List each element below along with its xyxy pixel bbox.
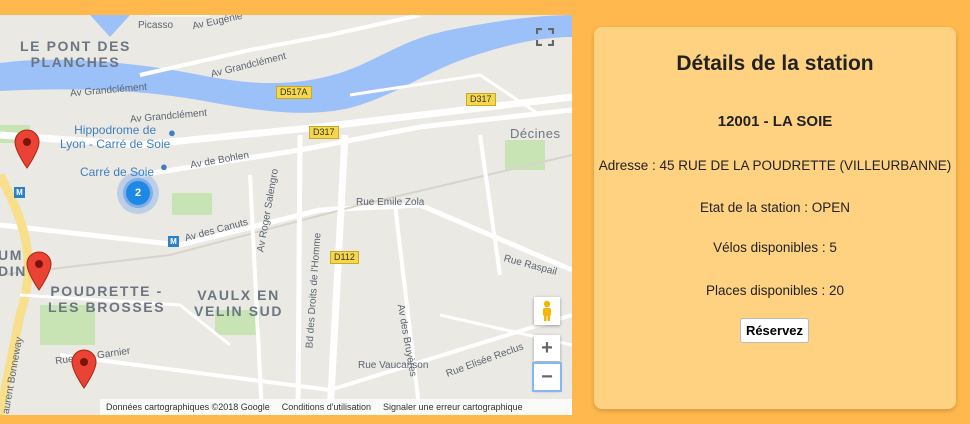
- road: [295, 134, 303, 415]
- hippodrome-icon: ●: [168, 125, 176, 140]
- pegman-icon: [543, 300, 551, 321]
- station-details-panel: Détails de la station 12001 - LA SOIE Ad…: [594, 27, 956, 409]
- fullscreen-icon: [536, 28, 554, 46]
- district-label: VAULX EN VELIN SUD: [194, 287, 284, 319]
- road: [0, 202, 572, 273]
- river: [90, 15, 130, 37]
- reserve-button[interactable]: Réservez: [740, 318, 809, 343]
- park-area: [172, 193, 212, 215]
- zoom-in-button[interactable]: +: [534, 335, 560, 361]
- panel-title: Détails de la station: [676, 52, 874, 75]
- road-shield: D112: [330, 251, 359, 264]
- station-marker-icon[interactable]: [26, 251, 52, 291]
- road-shield: D317: [466, 93, 496, 106]
- terms-link[interactable]: Conditions d'utilisation: [282, 402, 371, 412]
- marker-cluster[interactable]: 2: [117, 172, 159, 214]
- road-shield: D517A: [276, 86, 312, 99]
- shopping-icon: ●: [160, 159, 168, 174]
- map-view[interactable]: Picasso Av Eugénie Av Grandclément Av Gr…: [0, 15, 572, 415]
- report-error-link[interactable]: Signaler une erreur cartographique: [383, 402, 523, 412]
- fullscreen-button[interactable]: [532, 24, 558, 50]
- street-view-button[interactable]: [534, 297, 560, 325]
- street-label: Rue Emile Zola: [356, 197, 425, 208]
- map-data-credit: Données cartographiques ©2018 Google: [106, 402, 270, 412]
- district-label: Décines: [510, 126, 561, 141]
- station-status: Etat de la station : OPEN: [699, 200, 851, 215]
- places-available: Places disponibles : 20: [705, 283, 845, 298]
- station-marker-icon[interactable]: [14, 129, 40, 169]
- district-label: UM DIN: [0, 247, 27, 279]
- street-label: Picasso: [138, 20, 174, 31]
- map-attribution: Données cartographiques ©2018 Google Con…: [100, 399, 572, 415]
- poi-label: Hippodrome de Lyon - Carré de Soie: [60, 123, 171, 151]
- station-name: 12001 - LA SOIE: [717, 113, 833, 130]
- district-label: POUDRETTE - LES BROSSES: [48, 283, 166, 315]
- metro-icon: M: [14, 187, 25, 198]
- station-marker-icon[interactable]: [71, 349, 97, 389]
- road: [478, 134, 502, 276]
- district-label: LE PONT DES PLANCHES: [20, 38, 131, 70]
- bikes-available: Vélos disponibles : 5: [713, 240, 837, 255]
- street-label: Rue Vaucanson: [358, 360, 429, 371]
- station-address: Adresse : 45 RUE DE LA POUDRETTE (VILLEU…: [598, 158, 952, 173]
- zoom-out-button[interactable]: −: [532, 362, 562, 392]
- cluster-count: 2: [126, 181, 150, 205]
- road-shield: D317: [309, 126, 339, 139]
- road: [326, 134, 349, 415]
- metro-icon: M: [168, 236, 179, 247]
